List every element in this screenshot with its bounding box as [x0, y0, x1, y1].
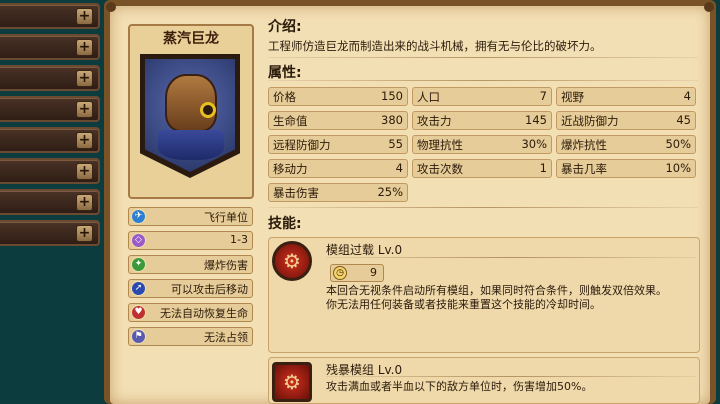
- flying-unit-icon: ✈: [131, 209, 146, 224]
- stat-value: 7: [539, 89, 547, 103]
- stat-label: 生命值: [273, 114, 308, 128]
- plus-icon[interactable]: +: [76, 132, 93, 149]
- stat-cell: 爆炸抗性 50%: [556, 135, 696, 154]
- rivet-icon: [704, 2, 714, 12]
- trait-label: 无法占领: [204, 331, 248, 344]
- skill-desc: 你无法用任何装备或者技能来重置这个技能的冷却时间。: [326, 298, 601, 311]
- stat-value: 4: [395, 161, 403, 175]
- stat-value: 30%: [521, 137, 547, 151]
- unit-list-item[interactable]: +: [0, 189, 100, 215]
- stat-cell: 价格 150: [268, 87, 408, 106]
- range-icon: ◇: [131, 233, 146, 248]
- stat-cell: 移动力 4: [268, 159, 408, 178]
- gear-eye-icon: [200, 102, 216, 118]
- stat-cell: 生命值 380: [268, 111, 408, 130]
- skill-desc: 本回合无视条件启动所有模组，如果同时符合条件，则触发双倍效果。: [326, 284, 667, 297]
- stat-label: 远程防御力: [273, 138, 331, 152]
- move-after-attack-icon: ➚: [131, 281, 146, 296]
- stat-cell: 视野 4: [556, 87, 696, 106]
- dragon-body: [158, 130, 224, 160]
- trait-badge: ➚ 可以攻击后移动: [128, 279, 253, 298]
- cooldown-value: 9: [370, 266, 377, 279]
- stat-value: 1: [539, 161, 547, 175]
- trait-badge: ✈ 飞行单位: [128, 207, 253, 226]
- rivet-icon: [106, 2, 116, 12]
- trait-label: 爆炸伤害: [204, 259, 248, 272]
- stat-cell: 攻击力 145: [412, 111, 552, 130]
- skill-name: 模组过载 Lv.0: [326, 243, 403, 257]
- unit-list-item[interactable]: +: [0, 158, 100, 184]
- stat-label: 暴击几率: [561, 162, 607, 176]
- unit-list-item[interactable]: +: [0, 34, 100, 60]
- stat-cell: 攻击次数 1: [412, 159, 552, 178]
- intro-title: 介绍:: [268, 19, 302, 35]
- stat-cell: 物理抗性 30%: [412, 135, 552, 154]
- stat-label: 移动力: [273, 162, 308, 176]
- stat-label: 爆炸抗性: [561, 138, 607, 152]
- stat-label: 近战防御力: [561, 114, 619, 128]
- trait-label: 无法自动恢复生命: [160, 307, 248, 320]
- plus-icon[interactable]: +: [76, 70, 93, 87]
- plus-icon[interactable]: +: [76, 39, 93, 56]
- stat-value: 50%: [665, 137, 691, 151]
- plus-icon[interactable]: +: [76, 194, 93, 211]
- cooldown-badge: ◷ 9: [330, 264, 384, 282]
- stat-cell: 人口 7: [412, 87, 552, 106]
- trait-label: 飞行单位: [204, 211, 248, 224]
- explosion-icon: ✦: [131, 257, 146, 272]
- clock-icon: ◷: [333, 266, 347, 280]
- stat-label: 视野: [561, 90, 584, 104]
- hero-name: 蒸汽巨龙: [163, 31, 219, 47]
- stat-label: 人口: [417, 90, 440, 104]
- trait-badge: ◇ 1-3: [128, 231, 253, 250]
- stat-cell: 近战防御力 45: [556, 111, 696, 130]
- attributes-title: 属性:: [268, 65, 302, 81]
- trait-label: 可以攻击后移动: [171, 283, 248, 296]
- module-overload-icon: ⚙: [272, 241, 312, 281]
- trait-badge: ✦ 爆炸伤害: [128, 255, 253, 274]
- divider: [326, 257, 696, 258]
- brutal-module-icon: ⚙: [272, 362, 312, 402]
- stat-label: 物理抗性: [417, 138, 463, 152]
- stat-label: 暴击伤害: [273, 186, 319, 200]
- unit-list-item[interactable]: +: [0, 127, 100, 153]
- unit-list-item[interactable]: +: [0, 220, 100, 246]
- stat-cell: 暴击伤害 25%: [268, 183, 408, 202]
- stat-value: 25%: [377, 185, 403, 199]
- divider: [268, 80, 698, 81]
- unit-list-item[interactable]: +: [0, 3, 100, 29]
- divider: [268, 207, 698, 208]
- stat-value: 145: [525, 113, 547, 127]
- stat-label: 价格: [273, 90, 296, 104]
- stat-label: 攻击次数: [417, 162, 463, 176]
- stat-value: 380: [381, 113, 403, 127]
- trait-badge: ♥ 无法自动恢复生命: [128, 303, 253, 322]
- no-capture-icon: ⚑: [131, 329, 146, 344]
- unit-list-item[interactable]: +: [0, 96, 100, 122]
- skills-title: 技能:: [268, 216, 302, 232]
- stat-value: 150: [381, 89, 403, 103]
- stat-cell: 暴击几率 10%: [556, 159, 696, 178]
- stat-value: 45: [676, 113, 691, 127]
- stat-cell: 远程防御力 55: [268, 135, 408, 154]
- plus-icon[interactable]: +: [76, 8, 93, 25]
- plus-icon[interactable]: +: [76, 225, 93, 242]
- skill-desc: 攻击满血或者半血以下的敌方单位时，伤害增加50%。: [326, 380, 593, 393]
- stat-value: 10%: [665, 161, 691, 175]
- plus-icon[interactable]: +: [76, 163, 93, 180]
- trait-badge: ⚑ 无法占领: [128, 327, 253, 346]
- intro-text: 工程师仿造巨龙而制造出来的战斗机械，拥有无与伦比的破坏力。: [268, 39, 602, 53]
- stat-label: 攻击力: [417, 114, 452, 128]
- unit-list: + + + + + + + +: [0, 0, 102, 404]
- trait-label: 1-3: [230, 233, 248, 246]
- stat-value: 55: [388, 137, 403, 151]
- divider: [326, 376, 696, 377]
- stat-value: 4: [683, 89, 691, 103]
- divider: [268, 57, 698, 58]
- plus-icon[interactable]: +: [76, 101, 93, 118]
- unit-list-item[interactable]: +: [0, 65, 100, 91]
- no-regen-icon: ♥: [131, 305, 146, 320]
